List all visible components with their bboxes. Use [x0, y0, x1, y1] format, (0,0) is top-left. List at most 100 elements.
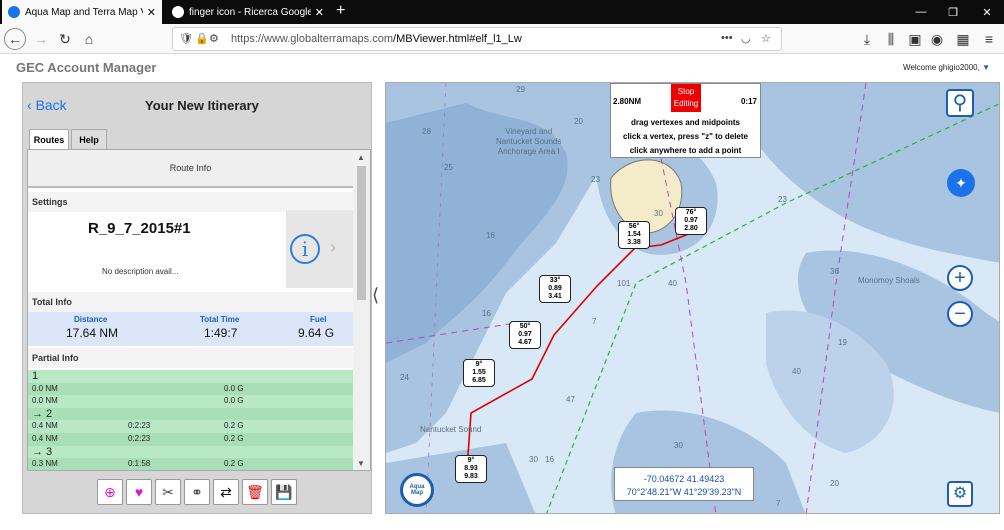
- route-leg-label[interactable]: 33° 0.89 3.41: [539, 275, 571, 303]
- routes-content: Route Info Settings R_9_7_2015#1 No desc…: [27, 149, 371, 471]
- join-route-icon[interactable]: ⚭: [184, 479, 210, 505]
- insert-waypoint-icon[interactable]: ♥: [126, 479, 152, 505]
- route-leg-label[interactable]: 56° 1.54 3.38: [618, 221, 650, 249]
- permissions-icon[interactable]: ⚙: [209, 32, 219, 45]
- depth-sounding: 7: [592, 317, 597, 326]
- bookmark-star-icon[interactable]: ☆: [761, 32, 771, 45]
- collapse-panel-icon[interactable]: ⟨: [372, 285, 379, 306]
- scrollbar-thumb[interactable]: [357, 166, 366, 300]
- close-window-icon[interactable]: ✕: [972, 0, 1002, 24]
- partial-dist: 0.0 NM: [32, 383, 58, 393]
- edit-distance: 2.80NM: [613, 97, 642, 106]
- route-leg-label[interactable]: 50° 0.97 4.67: [509, 321, 541, 349]
- page-actions-icon[interactable]: •••: [721, 32, 733, 44]
- scrollbar[interactable]: ▲ ▼: [353, 150, 370, 470]
- tab-help[interactable]: Help: [71, 129, 107, 149]
- settings-gear-icon[interactable]: ⚙: [947, 481, 973, 507]
- library-icon[interactable]: ⫼: [880, 28, 902, 50]
- pocket-icon[interactable]: ◡: [741, 32, 751, 45]
- edit-hint: click a vertex, press "z" to delete: [623, 132, 748, 141]
- partial-time: 0:2:23: [128, 433, 151, 443]
- depth-sounding: 30: [654, 209, 663, 218]
- leg-dist: 1.55: [472, 369, 486, 376]
- shield-icon[interactable]: 🛡: [179, 32, 193, 45]
- reverse-route-icon[interactable]: ⇄: [213, 479, 239, 505]
- menu-icon[interactable]: ≡: [978, 28, 1000, 50]
- save-route-icon[interactable]: 💾: [271, 479, 297, 505]
- leg-number: 1: [32, 370, 39, 382]
- coords-dms: 70°2'48.21"W 41°29'39.23"N: [626, 487, 742, 497]
- account-icon[interactable]: ◉: [926, 28, 948, 50]
- time-value: 1:49:7: [204, 326, 238, 340]
- compass-icon[interactable]: ✦: [947, 169, 975, 197]
- page-header: GEC Account Manager Welcome ghigio2000, …: [0, 55, 1004, 80]
- place-label-anchorage: Vineyard and Nantucket Sounds Anchorage Ar…: [496, 127, 562, 156]
- tab-title: finger icon - Ricerca Google: [189, 6, 311, 18]
- download-icon[interactable]: ⤓: [856, 28, 878, 50]
- partial-leg-header: → 2: [28, 407, 353, 421]
- back-button[interactable]: ‹ Back: [27, 97, 67, 113]
- sidebar-icon[interactable]: ▣: [904, 28, 926, 50]
- zoom-in-icon[interactable]: +: [947, 265, 973, 291]
- back-arrow-icon[interactable]: ←: [4, 28, 26, 50]
- depth-sounding: 30: [674, 441, 683, 450]
- leg-cum: 6.85: [472, 377, 486, 384]
- welcome-user[interactable]: Welcome ghigio2000, ▼: [903, 63, 990, 72]
- depth-sounding: 23: [591, 175, 600, 184]
- cut-route-icon[interactable]: ✂: [155, 479, 181, 505]
- tab-routes[interactable]: Routes: [29, 129, 69, 149]
- depth-sounding: 101: [617, 279, 631, 288]
- depth-sounding: 23: [778, 195, 787, 204]
- partial-row: 0.3 NM 0:1:58 0.2 G: [28, 458, 353, 470]
- url-bar[interactable]: 🛡 🔒 ⚙ https://www.globalterramaps.com/MB…: [172, 27, 782, 51]
- place-label-monomoy-shoals: Monomoy Shoals: [858, 276, 920, 285]
- google-favicon-icon: [172, 6, 184, 18]
- depth-sounding: 40: [792, 367, 801, 376]
- partial-leg-header: 1: [28, 370, 353, 383]
- edit-hint: drag vertexes and midpoints: [631, 118, 740, 127]
- route-leg-label[interactable]: 76° 0.97 2.80: [675, 207, 707, 235]
- delete-route-icon[interactable]: 🗑: [242, 479, 268, 505]
- route-info-box[interactable]: i ›: [286, 210, 353, 288]
- partial-info-label: Partial Info: [28, 348, 353, 368]
- panel-title: Your New Itinerary: [145, 98, 259, 113]
- stop-editing-button[interactable]: Stop Editing: [671, 84, 701, 112]
- zoom-out-icon[interactable]: −: [947, 301, 973, 327]
- totals-box: Distance 17.64 NM Total Time 1:49:7 Fuel…: [28, 312, 353, 346]
- leg-dist: 0.97: [684, 217, 698, 224]
- leg-dist: 1.54: [627, 231, 641, 238]
- close-tab-icon[interactable]: ✕: [315, 6, 324, 19]
- add-waypoint-icon[interactable]: ⊕: [97, 479, 123, 505]
- extensions-icon[interactable]: ▦: [952, 28, 974, 50]
- partial-dist: 0.3 NM: [32, 459, 58, 469]
- route-leg-label[interactable]: 9° 1.55 6.85: [463, 359, 495, 387]
- fuel-label: Fuel: [310, 315, 327, 324]
- reload-icon[interactable]: ↻: [54, 28, 76, 50]
- partial-fuel: 0.2 G: [224, 459, 244, 469]
- forward-arrow-icon[interactable]: →: [30, 28, 52, 50]
- restore-icon[interactable]: ❐: [938, 0, 968, 24]
- place-label-nantucket-sound: Nantucket Sound: [420, 425, 482, 434]
- aqua-map-favicon-icon: [8, 6, 20, 18]
- fuel-value: 9.64 G: [298, 326, 335, 340]
- coords-decimal: -70.04672 41.49423: [643, 474, 725, 484]
- info-icon[interactable]: i: [290, 234, 320, 264]
- partial-row: 0.0 NM 0.0 G: [28, 382, 353, 396]
- route-description: No description avail...: [102, 267, 179, 276]
- minimize-icon[interactable]: —: [906, 0, 936, 24]
- search-icon[interactable]: ⚲: [946, 89, 974, 117]
- new-tab-button[interactable]: +: [336, 2, 345, 20]
- partial-row: 0.0 NM 0.0 G: [28, 395, 353, 408]
- partial-leg-header: → 3: [28, 445, 353, 459]
- close-tab-icon[interactable]: ✕: [147, 6, 156, 19]
- tab-aqua-map[interactable]: Aqua Map and Terra Map View ✕: [2, 0, 162, 24]
- tab-google-search[interactable]: finger icon - Ricerca Google ✕: [166, 0, 330, 24]
- lock-icon[interactable]: 🔒: [195, 32, 209, 45]
- home-icon[interactable]: ⌂: [78, 28, 100, 50]
- chart-map[interactable]: Vineyard and Nantucket Sounds Anchorage Ar…: [385, 82, 1000, 514]
- depth-sounding: 28: [422, 127, 431, 136]
- scroll-down-icon[interactable]: ▼: [357, 459, 365, 468]
- scroll-up-icon[interactable]: ▲: [357, 153, 365, 162]
- route-leg-label[interactable]: 9° 8.93 9.83: [455, 455, 487, 483]
- chevron-right-icon[interactable]: ›: [330, 237, 336, 258]
